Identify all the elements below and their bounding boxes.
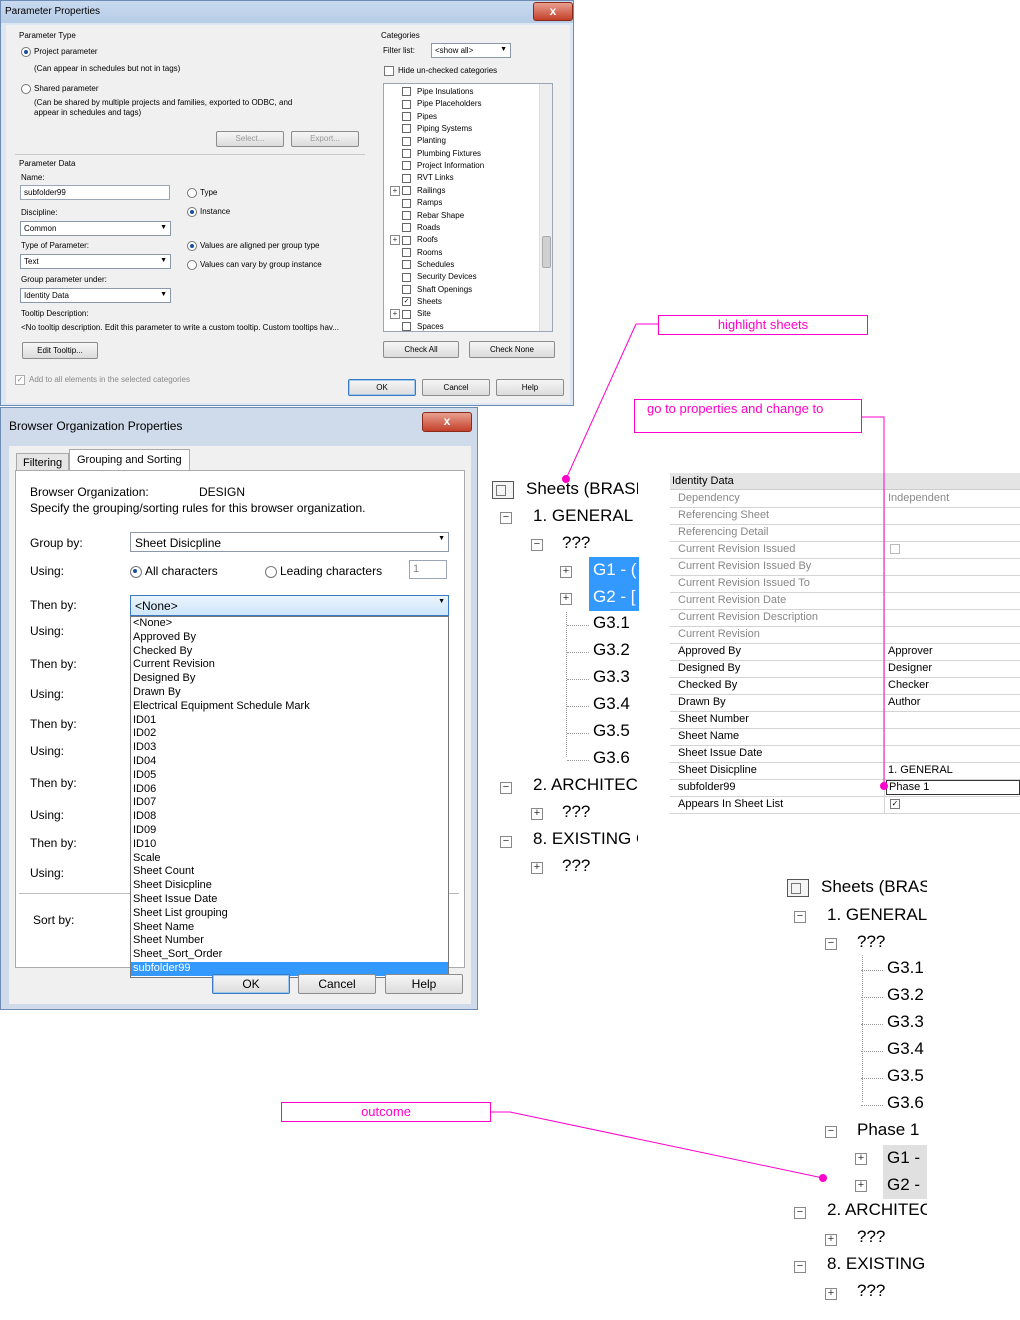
annotation-highlight: highlight sheets	[658, 315, 868, 335]
annotation-outcome: outcome	[281, 1102, 491, 1122]
annotation-lines	[491, 323, 888, 1182]
annotation-goto: go to properties and change to	[634, 399, 862, 433]
